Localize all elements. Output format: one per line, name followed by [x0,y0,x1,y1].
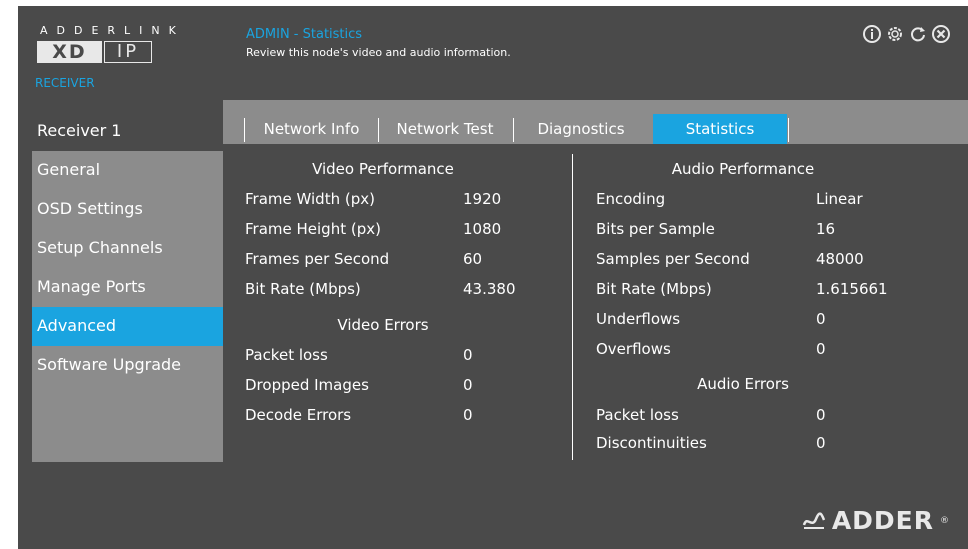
main-panel: Network Info Network Test Diagnostics St… [223,100,968,462]
logo-xd: XD [37,41,102,63]
video-frame-height-label: Frame Height (px) [245,220,381,238]
video-frame-height-value: 1080 [463,220,502,238]
statistics-content: Video Performance Frame Width (px) 1920 … [223,144,968,462]
video-errors-title: Video Errors [337,316,429,334]
video-bitrate-value: 43.380 [463,280,516,298]
sidebar: Receiver 1 General OSD Settings Setup Ch… [32,112,223,462]
tab-separator [788,118,789,142]
tab-separator [378,118,379,142]
audio-discontinuities-label: Discontinuities [596,434,707,452]
sidebar-item-general[interactable]: General [32,151,223,190]
gear-icon[interactable] [884,23,906,45]
audio-packet-loss-value: 0 [816,406,826,424]
brand-logo: ADDER ® [802,506,950,535]
audio-bits-value: 16 [816,220,836,238]
column-divider [572,154,573,460]
adder-snake-icon [802,511,825,529]
sidebar-item-receiver[interactable]: Receiver 1 [32,112,223,151]
audio-errors-title: Audio Errors [697,375,789,393]
video-dropped-images-value: 0 [463,376,473,394]
audio-overflows-label: Overflows [596,340,671,358]
tab-statistics[interactable]: Statistics [653,114,787,144]
video-packet-loss-value: 0 [463,346,473,364]
info-icon[interactable] [861,23,883,45]
video-dropped-images-label: Dropped Images [245,376,369,394]
brand-registered-mark: ® [940,515,950,526]
tab-network-info[interactable]: Network Info [247,114,376,144]
audio-encoding-label: Encoding [596,190,666,208]
audio-underflows-label: Underflows [596,310,681,328]
logo-wordmark: ADDERLINK [40,24,185,37]
logo-ip: IP [104,41,152,63]
video-bitrate-label: Bit Rate (Mbps) [245,280,361,298]
audio-encoding-value: Linear [816,190,863,208]
sidebar-item-software-upgrade[interactable]: Software Upgrade [32,346,223,385]
tab-diagnostics[interactable]: Diagnostics [516,114,646,144]
sidebar-item-advanced[interactable]: Advanced [32,307,223,346]
video-packet-loss-label: Packet loss [245,346,328,364]
tab-separator [244,118,245,142]
audio-bits-label: Bits per Sample [596,220,715,238]
brand-name: ADDER [831,506,934,535]
video-frame-width-label: Frame Width (px) [245,190,375,208]
refresh-icon[interactable] [907,23,929,45]
audio-overflows-value: 0 [816,340,826,358]
video-performance-title: Video Performance [312,160,454,178]
tab-separator [513,118,514,142]
audio-packet-loss-label: Packet loss [596,406,679,424]
video-decode-errors-label: Decode Errors [245,406,352,424]
sidebar-item-manage-ports[interactable]: Manage Ports [32,268,223,307]
app-window: ADDERLINK XD IP RECEIVER ADMIN - Statist… [18,6,968,549]
audio-bitrate-value: 1.615661 [816,280,888,298]
audio-performance-title: Audio Performance [671,160,815,178]
device-role-label: RECEIVER [35,76,95,90]
audio-samples-value: 48000 [816,250,864,268]
sidebar-item-setup-channels[interactable]: Setup Channels [32,229,223,268]
audio-samples-label: Samples per Second [596,250,750,268]
video-fps-label: Frames per Second [245,250,390,268]
audio-discontinuities-value: 0 [816,434,826,452]
header-toolbar [861,23,952,45]
audio-bitrate-label: Bit Rate (Mbps) [596,280,712,298]
page-subtitle: Review this node's video and audio infor… [246,46,511,59]
video-frame-width-value: 1920 [463,190,502,208]
page-title: ADMIN - Statistics [246,27,363,42]
close-icon[interactable] [930,23,952,45]
video-fps-value: 60 [463,250,483,268]
tab-bar: Network Info Network Test Diagnostics St… [223,100,968,144]
tab-network-test[interactable]: Network Test [381,114,509,144]
sidebar-item-osd-settings[interactable]: OSD Settings [32,190,223,229]
video-decode-errors-value: 0 [463,406,473,424]
audio-underflows-value: 0 [816,310,826,328]
